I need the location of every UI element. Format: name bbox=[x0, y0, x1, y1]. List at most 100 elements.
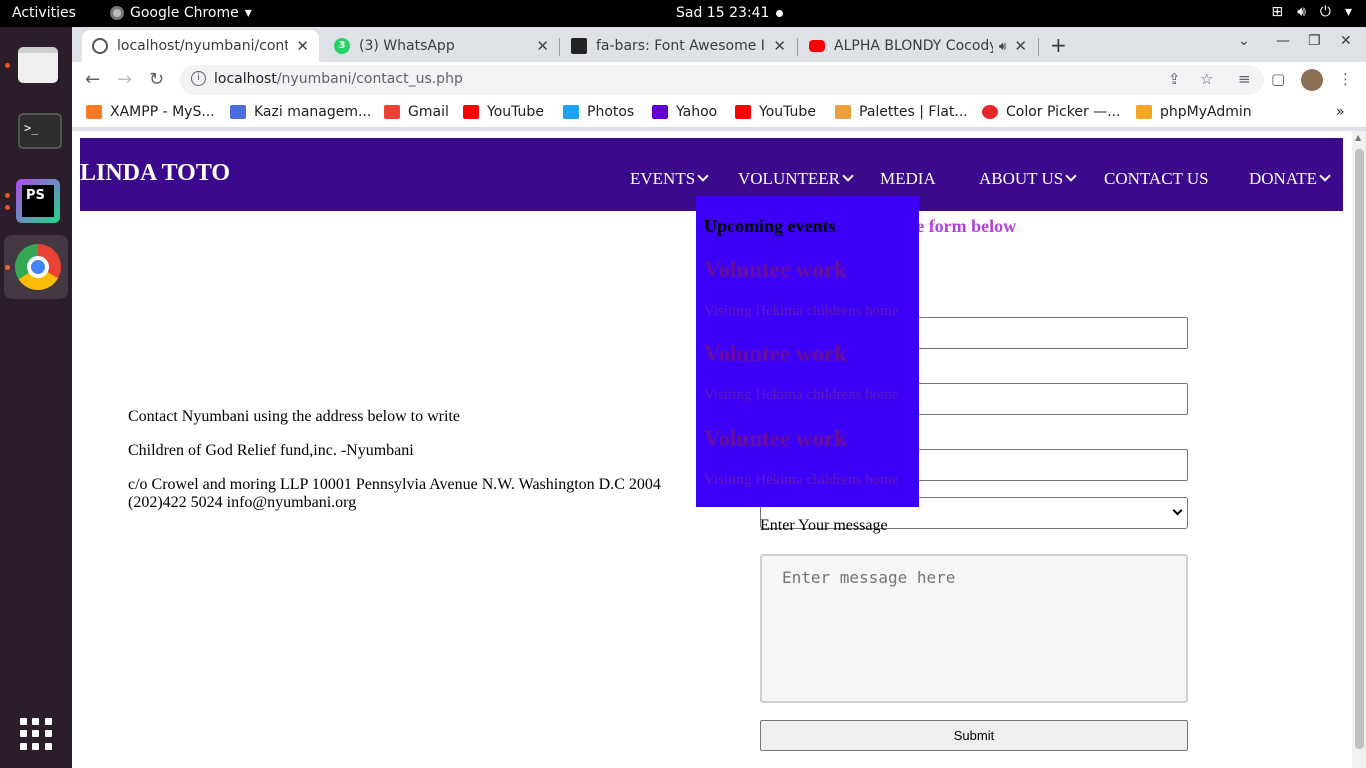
window-close-icon[interactable]: ✕ bbox=[1340, 33, 1352, 49]
volume-icon[interactable]: 🔊︎ bbox=[1297, 4, 1306, 20]
tab-search-icon[interactable]: ⌄ bbox=[1238, 33, 1250, 49]
menu-kebab-icon[interactable]: ⋮ bbox=[1338, 70, 1353, 88]
bookmark-item[interactable]: Kazi managem... bbox=[230, 104, 371, 120]
xampp-icon bbox=[86, 105, 102, 119]
youtube-icon bbox=[463, 105, 479, 119]
dropdown-heading: Upcoming events bbox=[704, 216, 836, 236]
bookmark-item[interactable]: Palettes | Flat... bbox=[835, 104, 968, 120]
message-label: Enter Your message bbox=[760, 517, 888, 534]
nav-volunteer[interactable]: VOLUNTEER bbox=[738, 169, 854, 189]
dock-phpstorm[interactable]: PS bbox=[4, 167, 68, 231]
bookmark-item[interactable]: Color Picker —... bbox=[982, 104, 1121, 120]
address-block: Contact Nyumbani using the address below… bbox=[128, 408, 688, 528]
message-textarea[interactable]: Enter message here bbox=[760, 554, 1188, 703]
dropdown-item-subtitle[interactable]: Visiting Hekima childrens home bbox=[704, 472, 898, 489]
avatar[interactable] bbox=[1301, 69, 1323, 91]
media-control-icon[interactable]: ≡ bbox=[1238, 70, 1251, 88]
dock-chrome[interactable] bbox=[4, 235, 68, 299]
close-icon[interactable]: ✕ bbox=[1014, 37, 1027, 55]
tab-contact-us[interactable]: localhost/nyumbani/contact_us.php ✕ bbox=[82, 30, 319, 62]
dropdown-item-title[interactable]: Voluntee work bbox=[704, 426, 847, 452]
bookmark-item[interactable]: Yahoo bbox=[652, 104, 717, 120]
youtube-icon bbox=[809, 40, 825, 52]
close-icon[interactable]: ✕ bbox=[536, 37, 549, 55]
tab-title: localhost/nyumbani/contact_us.php bbox=[117, 38, 289, 54]
system-top-bar: Activities Google Chrome ▾ Sad 15 23:41 … bbox=[0, 0, 1366, 27]
browser-toolbar: ← → ↻ i localhost/nyumbani/contact_us.ph… bbox=[72, 62, 1366, 98]
nav-media[interactable]: MEDIA bbox=[880, 169, 936, 189]
reload-icon[interactable]: ↻ bbox=[149, 69, 164, 90]
bookmark-item[interactable]: Photos bbox=[563, 104, 634, 120]
phpstorm-icon: PS bbox=[16, 179, 60, 223]
close-icon[interactable]: ✕ bbox=[296, 37, 309, 55]
forward-icon[interactable]: → bbox=[117, 69, 132, 90]
restore-icon[interactable]: ❐ bbox=[1308, 33, 1321, 49]
new-tab-button[interactable]: + bbox=[1050, 33, 1067, 57]
browser-window: localhost/nyumbani/contact_us.php ✕ 3 (3… bbox=[72, 27, 1366, 768]
system-tray[interactable]: ⊞ 🔊︎ ⏻ ▾ bbox=[1271, 4, 1352, 20]
bookmark-item[interactable]: Gmail bbox=[384, 104, 449, 120]
side-panel-icon[interactable]: ▢ bbox=[1271, 70, 1285, 88]
bookmark-item[interactable]: YouTube bbox=[463, 104, 544, 120]
activities-button[interactable]: Activities bbox=[12, 5, 76, 21]
address-bar[interactable]: i localhost/nyumbani/contact_us.php ⇪ ☆ bbox=[180, 65, 1264, 95]
tab-youtube-music[interactable]: ALPHA BLONDY Cocody Rock 🔊︎ ✕ bbox=[799, 30, 1037, 62]
bookmarks-overflow-icon[interactable]: » bbox=[1336, 104, 1345, 120]
chevron-down-icon bbox=[697, 170, 709, 182]
dock-files[interactable] bbox=[4, 35, 68, 99]
address-intro: Contact Nyumbani using the address below… bbox=[128, 408, 460, 425]
bookmarks-bar: XAMPP - MyS... Kazi managem... Gmail You… bbox=[72, 98, 1366, 128]
page-scrollbar[interactable]: ▲ bbox=[1352, 131, 1366, 768]
nav-contact-us[interactable]: CONTACT US bbox=[1104, 169, 1209, 189]
caret-down-icon: ▾ bbox=[244, 5, 252, 21]
bookmark-star-icon[interactable]: ☆ bbox=[1200, 70, 1213, 88]
dropdown-item-title[interactable]: Voluntee work bbox=[704, 341, 847, 367]
dropdown-item-subtitle[interactable]: Visiting Hekima childrens home bbox=[704, 303, 898, 320]
terminal-icon: >_ bbox=[18, 113, 62, 149]
minimize-icon[interactable]: — bbox=[1276, 33, 1290, 49]
url-text[interactable]: localhost/nyumbani/contact_us.php bbox=[214, 71, 463, 87]
network-icon[interactable]: ⊞ bbox=[1271, 4, 1283, 20]
nav-donate[interactable]: DONATE bbox=[1249, 169, 1331, 189]
tab-font-awesome[interactable]: fa-bars: Font Awesome Icons ✕ bbox=[561, 30, 796, 62]
nav-about-us[interactable]: ABOUT US bbox=[979, 169, 1077, 189]
palette-icon bbox=[835, 105, 851, 119]
tab-whatsapp[interactable]: 3 (3) WhatsApp ✕ bbox=[324, 30, 559, 62]
bookmark-item[interactable]: phpMyAdmin bbox=[1136, 104, 1252, 120]
power-icon[interactable]: ⏻ bbox=[1320, 4, 1331, 20]
chevron-down-icon[interactable]: ▾ bbox=[1345, 4, 1352, 20]
close-icon[interactable]: ✕ bbox=[773, 37, 786, 55]
info-icon[interactable]: i bbox=[191, 71, 206, 86]
bookmark-item[interactable]: YouTube bbox=[735, 104, 816, 120]
share-icon[interactable]: ⇪ bbox=[1168, 70, 1181, 88]
chevron-down-icon bbox=[1172, 505, 1183, 516]
dock-terminal[interactable]: >_ bbox=[4, 99, 68, 163]
yahoo-icon bbox=[652, 105, 668, 119]
nav-events[interactable]: EVENTS bbox=[630, 169, 709, 189]
scrollbar-thumb[interactable] bbox=[1355, 149, 1364, 749]
show-apps-icon[interactable] bbox=[20, 718, 52, 750]
tab-separator bbox=[559, 38, 560, 56]
back-icon[interactable]: ← bbox=[85, 69, 100, 90]
twitter-icon bbox=[563, 105, 579, 119]
youtube-icon bbox=[735, 105, 751, 119]
chrome-icon bbox=[15, 244, 61, 290]
color-picker-icon bbox=[982, 105, 998, 119]
dropdown-item-title[interactable]: Voluntee work bbox=[704, 257, 847, 283]
dropdown-item-subtitle[interactable]: Visiting Hekima childrens home bbox=[704, 387, 898, 404]
chevron-down-icon bbox=[842, 170, 854, 182]
address-details: c/o Crowel and moring LLP 10001 Pennsylv… bbox=[128, 476, 661, 511]
app-menu[interactable]: Google Chrome ▾ bbox=[110, 5, 252, 21]
chrome-icon bbox=[110, 6, 124, 20]
submit-button[interactable]: Submit bbox=[760, 720, 1188, 751]
whatsapp-icon: 3 bbox=[334, 38, 350, 54]
scroll-up-icon[interactable]: ▲ bbox=[1355, 133, 1361, 142]
chevron-down-icon bbox=[1065, 170, 1077, 182]
site-logo[interactable]: LINDA TOTO bbox=[80, 160, 230, 187]
address-org: Children of God Relief fund,inc. -Nyumba… bbox=[128, 442, 414, 459]
page-viewport: LINDA TOTO EVENTS VOLUNTEER MEDIA ABOUT … bbox=[72, 131, 1366, 768]
bookmark-item[interactable]: XAMPP - MyS... bbox=[86, 104, 215, 120]
clock[interactable]: Sad 15 23:41 bbox=[676, 5, 769, 21]
speaker-icon[interactable]: 🔊︎ bbox=[999, 39, 1007, 54]
tab-separator bbox=[1038, 38, 1039, 56]
